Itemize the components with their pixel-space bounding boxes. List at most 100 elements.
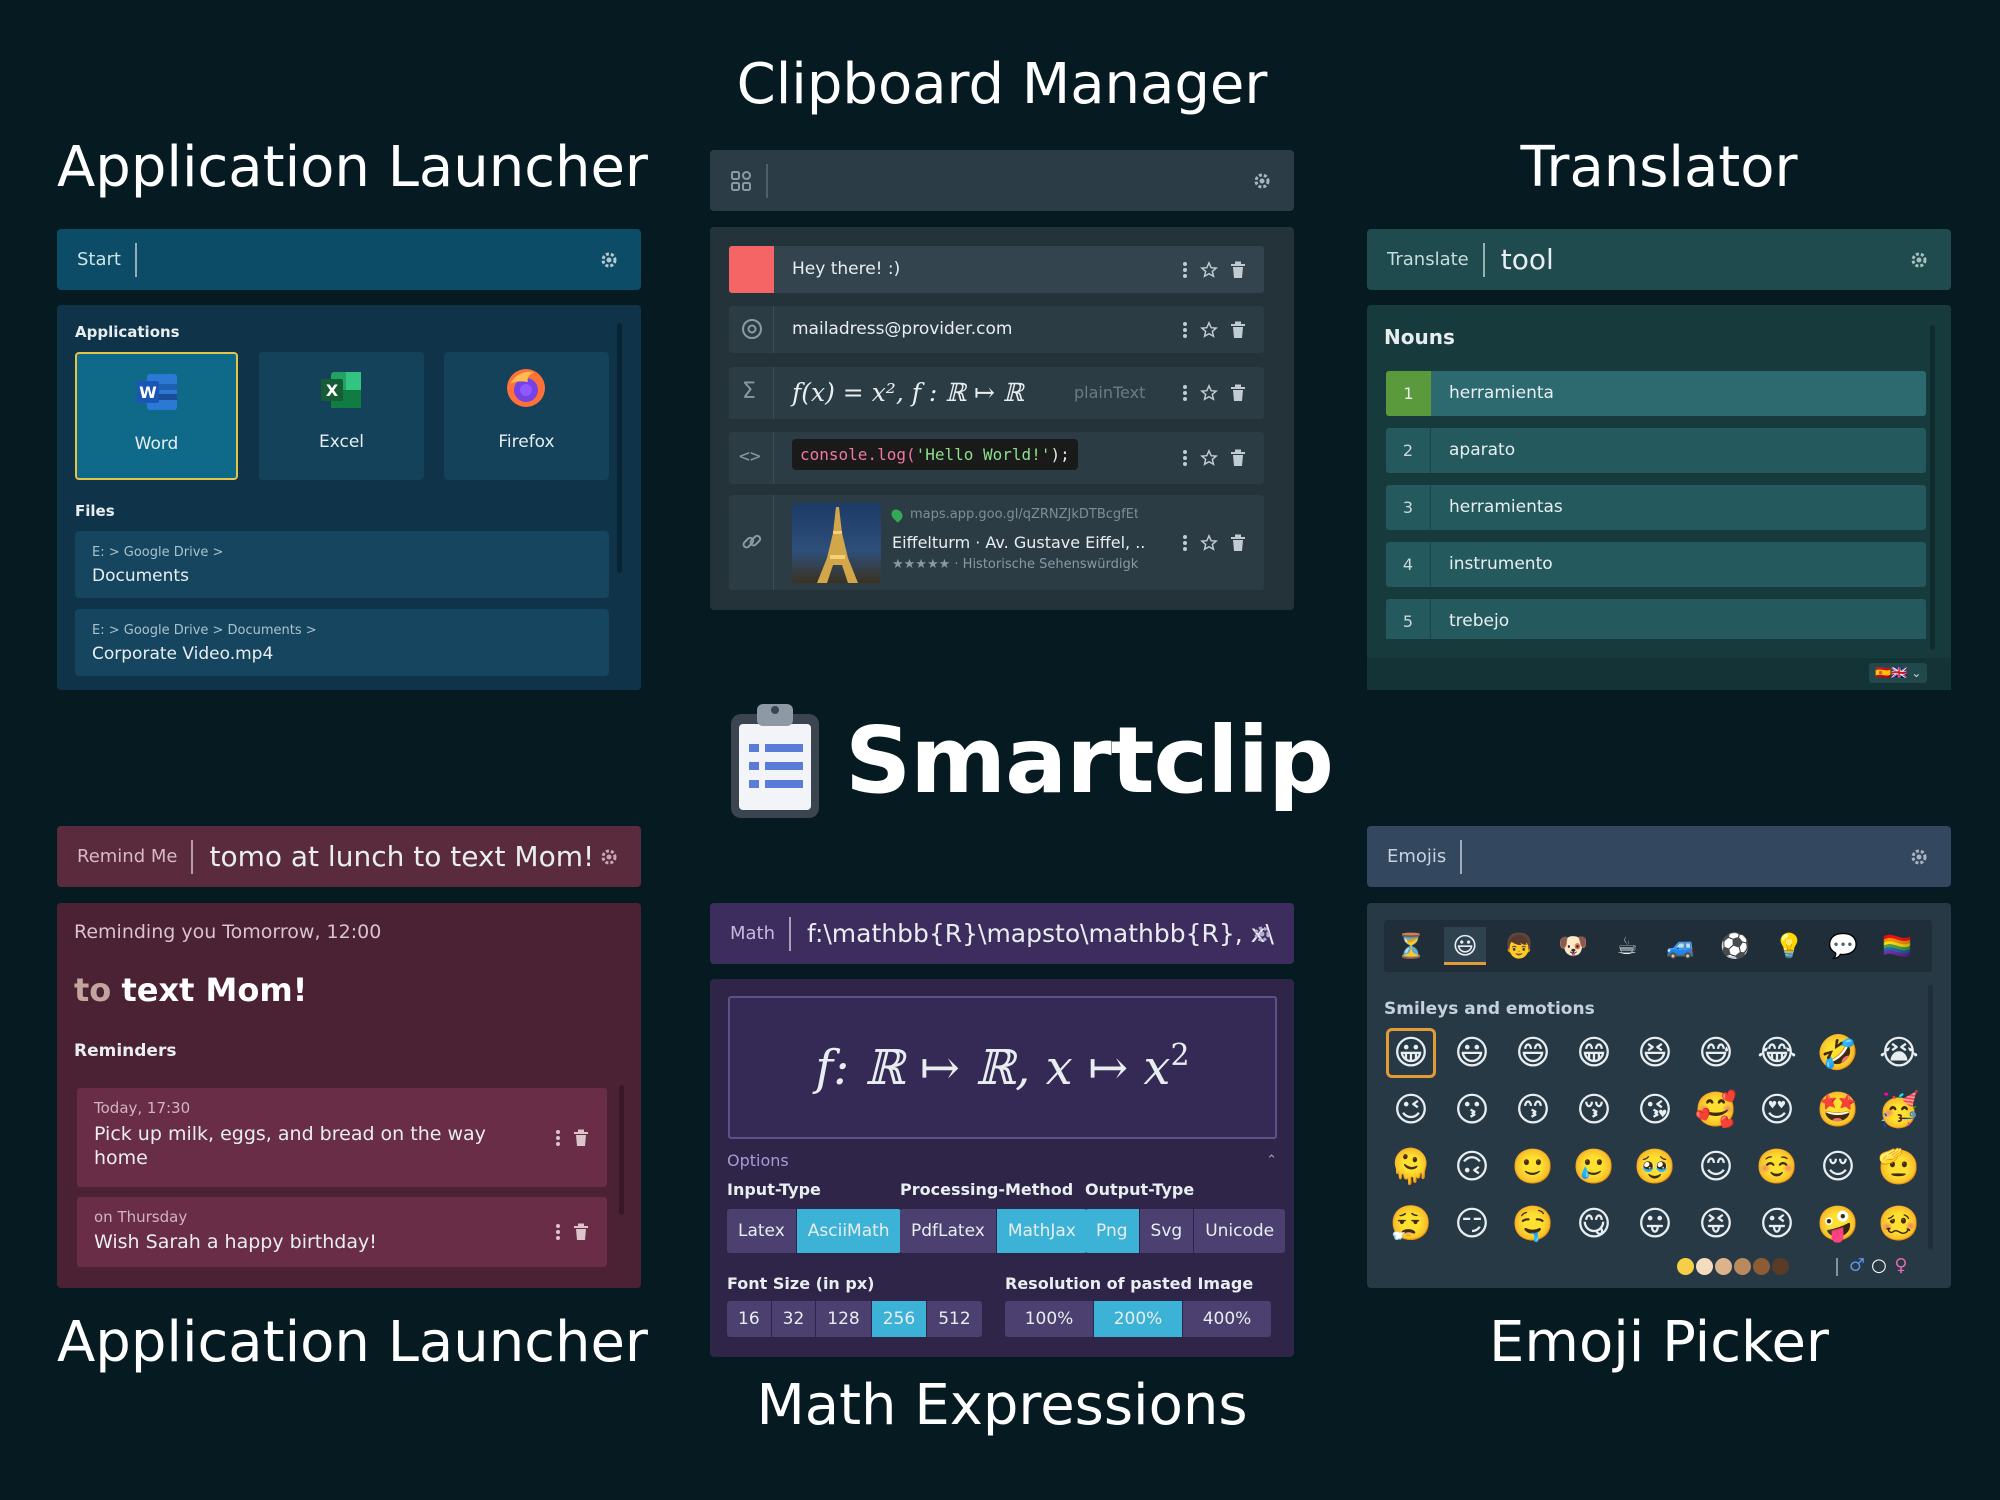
segment-16[interactable]: 16 [727, 1301, 771, 1337]
gender-option[interactable]: ○ [1869, 1255, 1889, 1276]
star-icon[interactable] [1200, 320, 1218, 339]
emoji-cell[interactable]: 😜 [1752, 1199, 1802, 1249]
star-icon[interactable] [1200, 260, 1218, 279]
segment-latex[interactable]: Latex [727, 1209, 796, 1253]
more-icon[interactable] [1182, 384, 1188, 402]
emoji-category-tab[interactable]: ⚽ [1714, 927, 1756, 965]
emoji-cell[interactable]: 😗 [1447, 1085, 1497, 1135]
emoji-cell[interactable]: 🥲 [1569, 1142, 1619, 1192]
trash-icon[interactable] [1230, 321, 1246, 339]
translator-search-input[interactable]: tool [1485, 243, 1951, 276]
more-icon[interactable] [1182, 534, 1188, 552]
emoji-cell[interactable]: 😆 [1630, 1028, 1680, 1078]
more-icon[interactable] [1182, 321, 1188, 339]
scrollbar[interactable] [1928, 985, 1933, 1250]
scrollbar[interactable] [1930, 325, 1935, 650]
segment-100-percent[interactable]: 100% [1005, 1301, 1093, 1337]
emoji-cell[interactable]: 🥳 [1874, 1085, 1924, 1135]
emoji-cell[interactable]: 😋 [1569, 1199, 1619, 1249]
trash-icon[interactable] [1230, 384, 1246, 402]
emoji-cell[interactable]: 😏 [1447, 1199, 1497, 1249]
segment-svg[interactable]: Svg [1138, 1209, 1194, 1253]
more-icon[interactable] [1182, 261, 1188, 279]
emoji-cell[interactable]: 🙂 [1508, 1142, 1558, 1192]
emoji-category-tab[interactable]: 💡 [1768, 927, 1810, 965]
emoji-cell[interactable]: 😃 [1447, 1028, 1497, 1078]
segment-asciimath[interactable]: AsciiMath [795, 1209, 901, 1253]
emoji-category-tab[interactable]: 😃 [1444, 927, 1486, 965]
skin-tone-swatch[interactable] [1677, 1258, 1694, 1275]
emoji-category-tab[interactable]: 💬 [1822, 927, 1864, 965]
trash-icon[interactable] [573, 1129, 589, 1147]
emoji-cell[interactable]: 😅 [1691, 1028, 1741, 1078]
emoji-cell[interactable]: 😙 [1508, 1085, 1558, 1135]
segment-pdflatex[interactable]: PdfLatex [900, 1209, 996, 1253]
emoji-cell[interactable]: 🥰 [1691, 1085, 1741, 1135]
emoji-cell[interactable]: 😀 [1386, 1028, 1436, 1078]
gear-icon[interactable] [1252, 924, 1272, 944]
translation-row[interactable]: 5 trebejo [1386, 599, 1926, 639]
emoji-cell[interactable]: 🫠 [1386, 1142, 1436, 1192]
translation-row[interactable]: 3 herramientas [1386, 485, 1926, 530]
emoji-category-tab[interactable]: 👦 [1498, 927, 1540, 965]
emoji-cell[interactable]: 🙃 [1447, 1142, 1497, 1192]
trash-icon[interactable] [1230, 449, 1246, 467]
emoji-category-tab[interactable]: 🏳️‍🌈 [1876, 927, 1918, 965]
more-icon[interactable] [555, 1223, 561, 1241]
skin-tone-swatch[interactable] [1734, 1258, 1751, 1275]
emoji-cell[interactable]: 😝 [1691, 1199, 1741, 1249]
emoji-category-tab[interactable]: ☕ [1606, 927, 1648, 965]
more-icon[interactable] [555, 1129, 561, 1147]
reminder-search-bar[interactable]: Remind Me tomo at lunch to text Mom! [57, 826, 641, 887]
app-tile-excel[interactable]: X Excel [259, 352, 424, 480]
emoji-cell[interactable]: 😁 [1569, 1028, 1619, 1078]
launcher-search-bar[interactable]: Start [57, 229, 641, 290]
segment-256[interactable]: 256 [870, 1301, 927, 1337]
clipboard-item[interactable]: mailadress@provider.com [729, 306, 1264, 353]
emoji-cell[interactable]: 😛 [1630, 1199, 1680, 1249]
emoji-cell[interactable]: 😌 [1813, 1142, 1863, 1192]
skin-tone-swatch[interactable] [1753, 1258, 1770, 1275]
options-toggle[interactable]: Options ⌃ [727, 1151, 1277, 1173]
clipboard-item[interactable]: <> console.log('Hello World!'); [729, 432, 1264, 484]
emoji-search-bar[interactable]: Emojis [1367, 826, 1951, 887]
skin-tone-swatch[interactable] [1772, 1258, 1789, 1275]
segment-32[interactable]: 32 [770, 1301, 816, 1337]
emoji-cell[interactable]: 😄 [1508, 1028, 1558, 1078]
scrollbar[interactable] [619, 1085, 624, 1215]
clipboard-item[interactable]: Hey there! :) [729, 246, 1264, 293]
segment-mathjax[interactable]: MathJax [995, 1209, 1087, 1253]
emoji-cell[interactable]: 🤤 [1508, 1199, 1558, 1249]
emoji-cell[interactable]: 🥹 [1630, 1142, 1680, 1192]
emoji-cell[interactable]: 🤩 [1813, 1085, 1863, 1135]
translator-search-bar[interactable]: Translate tool [1367, 229, 1951, 290]
gear-icon[interactable] [1252, 171, 1272, 191]
file-item[interactable]: E: > Google Drive > Documents [75, 531, 609, 598]
emoji-cell[interactable]: ☺️ [1752, 1142, 1802, 1192]
skin-tone-swatch[interactable] [1696, 1258, 1713, 1275]
gear-icon[interactable] [1909, 847, 1929, 867]
grid-icon[interactable] [730, 170, 752, 192]
emoji-cell[interactable]: 😂 [1752, 1028, 1802, 1078]
more-icon[interactable] [1182, 449, 1188, 467]
emoji-cell[interactable]: 😊 [1691, 1142, 1741, 1192]
reminder-input[interactable]: tomo at lunch to text Mom! [193, 840, 641, 873]
star-icon[interactable] [1200, 533, 1218, 552]
clipboard-search-bar[interactable] [710, 150, 1294, 211]
scrollbar[interactable] [617, 323, 622, 573]
emoji-cell[interactable]: 😉 [1386, 1085, 1436, 1135]
gear-icon[interactable] [1909, 250, 1929, 270]
clipboard-item[interactable]: Σ f(x) = x², f : ℝ ↦ ℝ plainText [729, 367, 1264, 419]
emoji-category-tab[interactable]: 🐶 [1552, 927, 1594, 965]
reminder-item[interactable]: on Thursday Wish Sarah a happy birthday! [77, 1197, 607, 1267]
skin-tone-swatch[interactable] [1715, 1258, 1732, 1275]
clipboard-item[interactable]: maps.app.goo.gl/qZRNZJkDTBcgfEt Eiffeltu… [729, 495, 1264, 590]
app-tile-firefox[interactable]: Firefox [444, 352, 609, 480]
segment-png[interactable]: Png [1085, 1209, 1139, 1253]
segment-200-percent[interactable]: 200% [1093, 1301, 1182, 1337]
emoji-cell[interactable]: 😍 [1752, 1085, 1802, 1135]
segment-400-percent[interactable]: 400% [1182, 1301, 1271, 1337]
emoji-category-tab[interactable]: ⏳ [1390, 927, 1432, 965]
math-latex-input[interactable]: f:\mathbb{R}\mapsto\mathbb{R}, x\ [791, 919, 1294, 948]
emoji-cell[interactable]: 🤪 [1813, 1199, 1863, 1249]
